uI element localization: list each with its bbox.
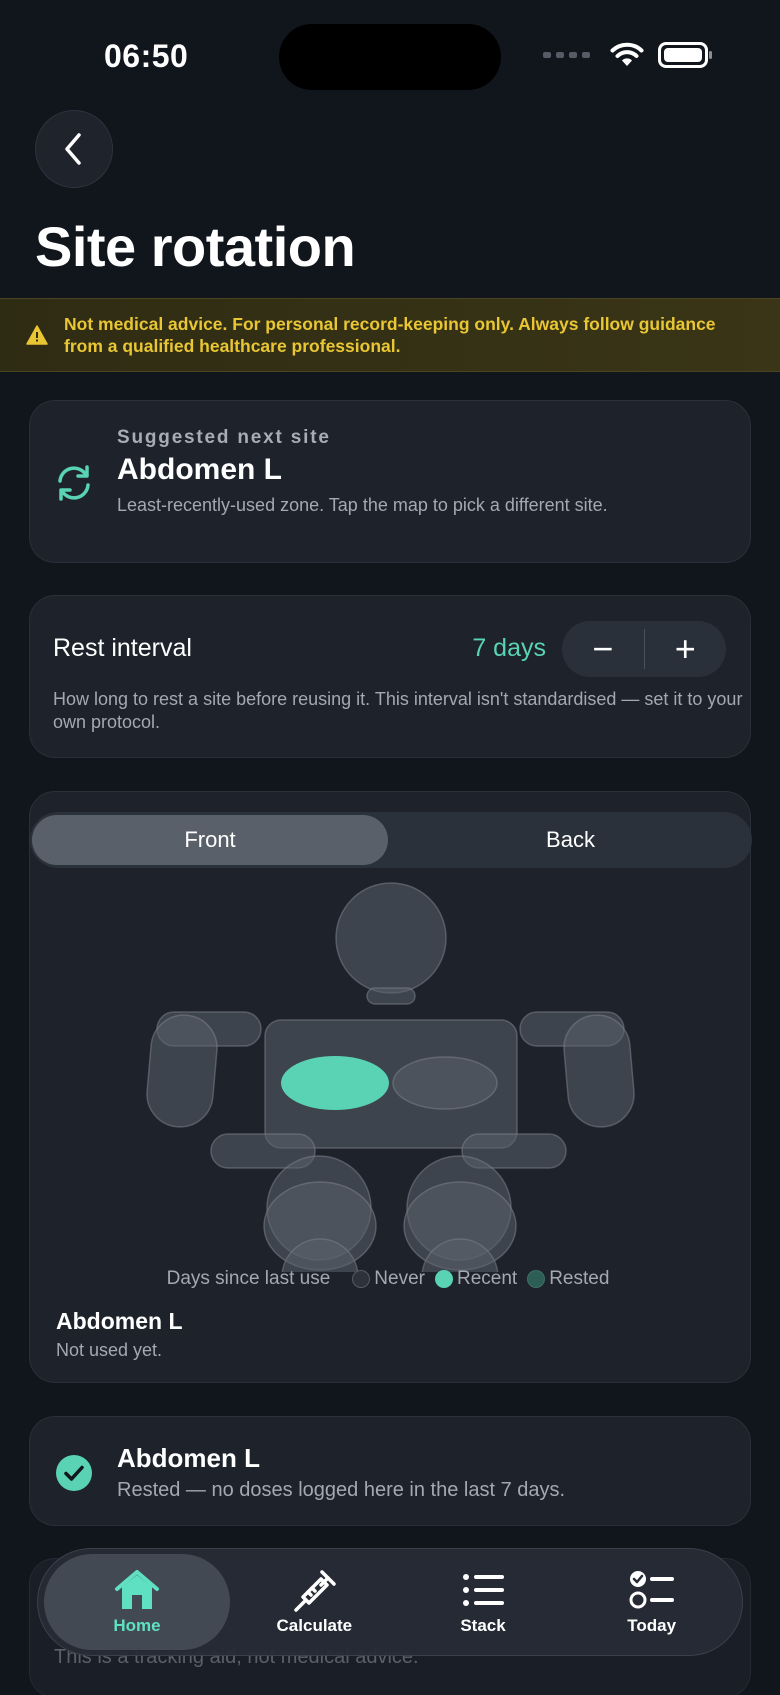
legend-never-swatch xyxy=(352,1270,371,1288)
rest-interval-label: Rest interval xyxy=(53,634,192,662)
tab-calculate[interactable]: Calculate xyxy=(230,1554,399,1650)
battery-icon xyxy=(658,42,712,68)
disclaimer-text: Not medical advice. For personal record-… xyxy=(64,314,716,356)
tab-today[interactable]: Today xyxy=(567,1554,736,1650)
back-button[interactable] xyxy=(35,110,113,188)
cellular-signal-icon xyxy=(543,52,590,58)
tab-stack[interactable]: Stack xyxy=(399,1554,568,1650)
suggested-eyebrow: Suggested next site xyxy=(117,427,331,448)
selected-site-status: Not used yet. xyxy=(56,1340,163,1360)
suggested-site-name: Abdomen L xyxy=(117,453,282,486)
increment-button[interactable]: + xyxy=(645,621,727,677)
rotate-icon xyxy=(58,465,90,501)
suggested-site-card[interactable]: Suggested next site Abdomen L Least-rece… xyxy=(29,400,751,563)
warning-icon xyxy=(26,325,48,345)
tab-home-label: Home xyxy=(113,1616,161,1635)
selected-site-name: Abdomen L xyxy=(56,1308,183,1334)
site-status-description: Rested — no doses logged here in the las… xyxy=(117,1479,566,1501)
site-status-card: Abdomen L Rested — no doses logged here … xyxy=(29,1416,751,1526)
page-title: Site rotation xyxy=(35,215,356,278)
check-circle-icon xyxy=(56,1455,92,1491)
legend-rested-label: Rested xyxy=(549,1268,610,1289)
legend: Days since last use Never Recent Rested xyxy=(30,1268,752,1290)
legend-recent-label: Recent xyxy=(456,1268,518,1289)
legend-title: Days since last use xyxy=(166,1268,331,1289)
tab-calculate-label: Calculate xyxy=(276,1616,353,1635)
tab-home[interactable]: Home xyxy=(44,1554,230,1650)
forearm-l-zone[interactable] xyxy=(144,1012,220,1129)
neck-zone[interactable] xyxy=(366,987,416,1005)
legend-never-label: Never xyxy=(374,1268,425,1289)
abdomen-r-zone[interactable] xyxy=(392,1056,498,1110)
disclaimer-banner: Not medical advice. For personal record-… xyxy=(0,298,780,372)
suggested-site-description: Least-recently-used zone. Tap the map to… xyxy=(117,495,608,515)
status-time: 06:50 xyxy=(104,38,189,74)
body-map-card: Front Back Days since last use Never Rec… xyxy=(29,791,752,1383)
decrement-button[interactable]: − xyxy=(562,621,644,677)
legend-never: Never xyxy=(352,1268,425,1290)
rest-interval-value: 7 days xyxy=(472,634,546,662)
rest-interval-stepper: − + xyxy=(562,621,726,677)
checklist-icon xyxy=(629,1571,674,1609)
wifi-icon xyxy=(610,42,644,66)
syringe-icon xyxy=(294,1570,337,1612)
tab-today-label: Today xyxy=(627,1616,677,1635)
legend-rested-swatch xyxy=(527,1270,546,1288)
body-map xyxy=(144,882,637,1272)
legend-recent-swatch xyxy=(434,1270,453,1288)
list-icon xyxy=(463,1574,504,1606)
abdomen-l-zone[interactable] xyxy=(281,1056,389,1110)
status-icons xyxy=(543,42,712,68)
dynamic-island xyxy=(279,24,501,90)
head-zone[interactable] xyxy=(335,882,447,994)
chevron-left-icon xyxy=(65,133,81,165)
rest-interval-description: How long to rest a site before reusing i… xyxy=(53,689,743,732)
tab-stack-label: Stack xyxy=(460,1616,506,1635)
tab-bar: Home Calculate Stack Today xyxy=(37,1548,743,1656)
rest-interval-card: Rest interval 7 days − + How long to res… xyxy=(29,595,751,758)
site-status-name: Abdomen L xyxy=(117,1443,260,1473)
forearm-r-zone[interactable] xyxy=(561,1012,637,1129)
legend-rested: Rested xyxy=(527,1268,609,1290)
legend-recent: Recent xyxy=(434,1268,518,1290)
home-icon xyxy=(115,1570,159,1609)
